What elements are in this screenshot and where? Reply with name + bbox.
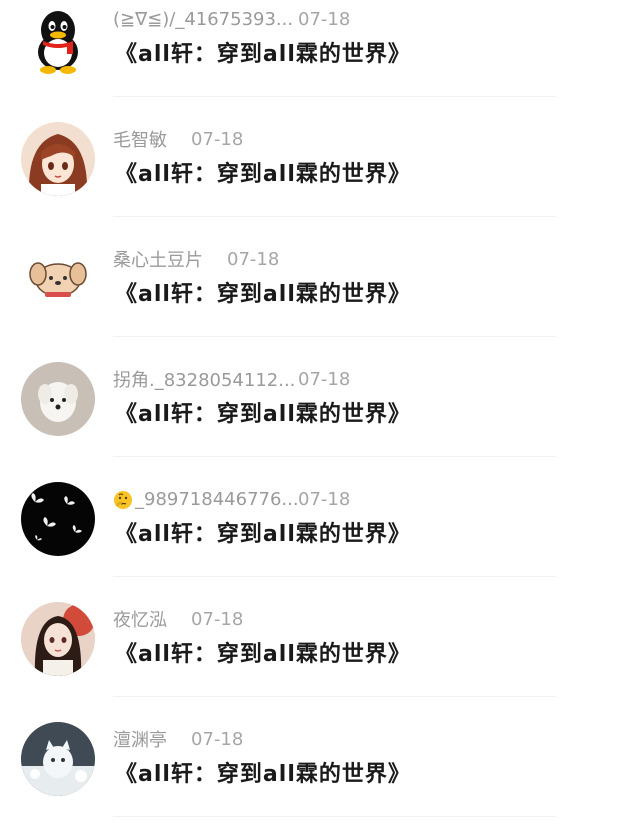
comment-item[interactable]: _989718446776... 07-18 《all轩：穿到all霖的世界》 bbox=[0, 458, 640, 578]
comment-meta: 澶渊亭 07-18 bbox=[113, 725, 243, 753]
comment-text: 《all轩：穿到all霖的世界》 bbox=[115, 642, 411, 667]
comment-date: 07-18 bbox=[298, 488, 351, 510]
comment-text: 《all轩：穿到all霖的世界》 bbox=[115, 162, 411, 187]
username[interactable]: 拐角._8328054112... bbox=[113, 366, 298, 392]
snow-cat-avatar[interactable] bbox=[21, 722, 95, 796]
divider bbox=[113, 96, 556, 97]
comment-list: (≧∇≦)/_41675393... 07-18 《all轩：穿到all霖的世界… bbox=[0, 0, 640, 830]
thinking-emoji-icon bbox=[113, 490, 133, 510]
username[interactable]: 夜忆泓 bbox=[113, 606, 167, 632]
username[interactable]: 桑心土豆片 bbox=[113, 246, 203, 272]
comment-meta: _989718446776... 07-18 bbox=[113, 485, 350, 513]
username[interactable]: 毛智敏 bbox=[113, 126, 167, 152]
comment-meta: (≧∇≦)/_41675393... 07-18 bbox=[113, 5, 350, 33]
comment-item[interactable]: 澶渊亭 07-18 《all轩：穿到all霖的世界》 bbox=[0, 698, 640, 818]
butterfly-avatar[interactable] bbox=[21, 482, 95, 556]
username[interactable]: _989718446776... bbox=[113, 489, 298, 510]
comment-text: 《all轩：穿到all霖的世界》 bbox=[115, 402, 411, 427]
divider bbox=[113, 696, 556, 697]
comment-meta: 拐角._8328054112... 07-18 bbox=[113, 365, 350, 393]
comment-meta: 桑心土豆片 07-18 bbox=[113, 245, 279, 273]
comment-text: 《all轩：穿到all霖的世界》 bbox=[115, 42, 411, 67]
divider bbox=[113, 576, 556, 577]
comment-date: 07-18 bbox=[227, 248, 280, 270]
divider bbox=[113, 336, 556, 337]
comment-item[interactable]: (≧∇≦)/_41675393... 07-18 《all轩：穿到all霖的世界… bbox=[0, 0, 640, 98]
comment-date: 07-18 bbox=[191, 608, 244, 630]
comment-text: 《all轩：穿到all霖的世界》 bbox=[115, 282, 411, 307]
puppy-avatar[interactable] bbox=[21, 242, 95, 316]
comment-date: 07-18 bbox=[191, 728, 244, 750]
username[interactable]: 澶渊亭 bbox=[113, 726, 167, 752]
username-text: _989718446776... bbox=[135, 488, 298, 510]
comment-item[interactable]: 夜忆泓 07-18 《all轩：穿到all霖的世界》 bbox=[0, 578, 640, 698]
anime-girl-avatar[interactable] bbox=[21, 122, 95, 196]
comment-meta: 毛智敏 07-18 bbox=[113, 125, 243, 153]
ancient-girl-avatar[interactable] bbox=[21, 602, 95, 676]
comment-text: 《all轩：穿到all霖的世界》 bbox=[115, 762, 411, 787]
comment-date: 07-18 bbox=[191, 128, 244, 150]
comment-meta: 夜忆泓 07-18 bbox=[113, 605, 243, 633]
comment-date: 07-18 bbox=[298, 8, 351, 30]
divider bbox=[113, 816, 556, 817]
white-dog-avatar[interactable] bbox=[21, 362, 95, 436]
qq-penguin-icon[interactable] bbox=[21, 2, 95, 76]
comment-item[interactable]: 拐角._8328054112... 07-18 《all轩：穿到all霖的世界》 bbox=[0, 338, 640, 458]
divider bbox=[113, 456, 556, 457]
comment-text: 《all轩：穿到all霖的世界》 bbox=[115, 522, 411, 547]
comment-item[interactable]: 毛智敏 07-18 《all轩：穿到all霖的世界》 bbox=[0, 98, 640, 218]
divider bbox=[113, 216, 556, 217]
comment-date: 07-18 bbox=[298, 368, 351, 390]
username[interactable]: (≧∇≦)/_41675393... bbox=[113, 9, 298, 30]
comment-item[interactable]: 桑心土豆片 07-18 《all轩：穿到all霖的世界》 bbox=[0, 218, 640, 338]
